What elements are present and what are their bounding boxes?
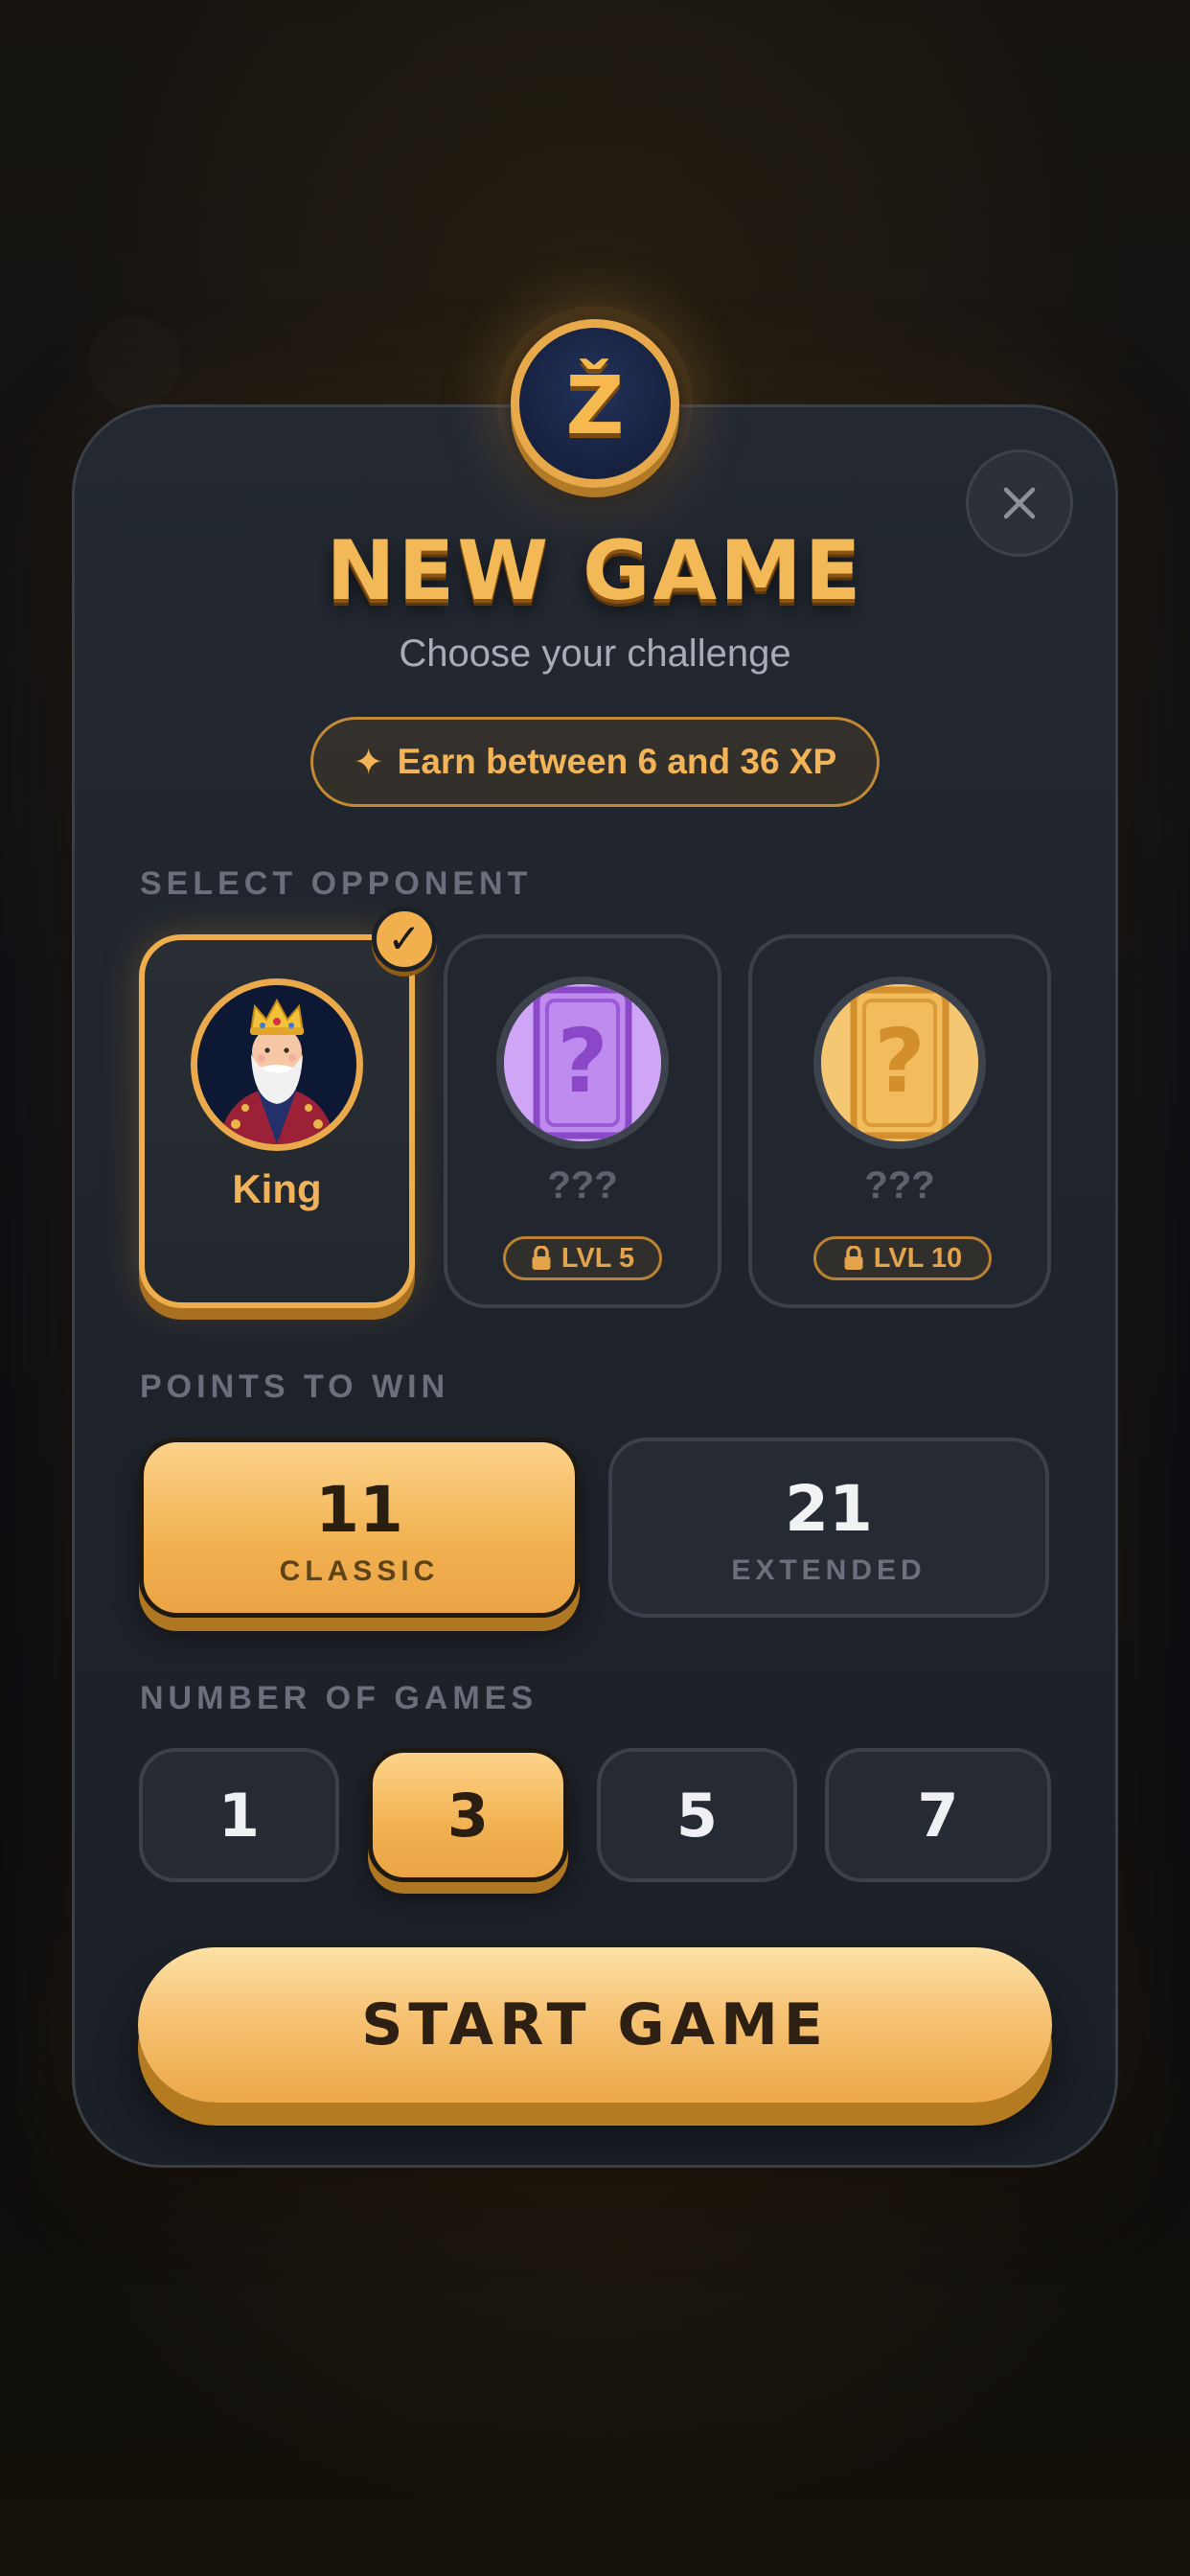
opponent-name: King [232,1166,322,1211]
games-option-1[interactable]: 1 [139,1748,339,1882]
check-icon: ✓ [372,907,437,972]
coin-badge-icon: Ž [511,319,679,488]
question-mark-icon: ? [504,984,661,1141]
mystery-card-gold: ? [813,977,986,1149]
level-lock-badge: LVL 10 [813,1236,992,1280]
king-avatar [191,978,363,1151]
modal-subtitle: Choose your challenge [399,632,791,675]
points-value: 11 [315,1473,403,1547]
modal-title: NEW GAME [326,523,864,619]
level-lock-badge: LVL 5 [503,1236,662,1280]
close-icon [1003,487,1036,519]
coin-badge-letter: Ž [565,358,625,452]
opponent-name: ??? [547,1164,618,1207]
section-label-opponent: SELECT OPPONENT [140,865,533,902]
opponent-card-king[interactable]: King [139,934,415,1308]
games-option-3[interactable]: 3 [368,1748,568,1882]
points-option-extended[interactable]: 21 EXTENDED [608,1438,1049,1618]
question-mark-icon: ? [821,984,978,1141]
section-label-points: POINTS TO WIN [140,1368,450,1405]
xp-reward-text: Earn between 6 and 36 XP [397,742,837,781]
xp-reward-badge: ✦ Earn between 6 and 36 XP [310,717,880,807]
svg-text:?: ? [874,1010,925,1113]
lock-icon [844,1246,863,1270]
level-lock-label: LVL 5 [561,1242,635,1274]
svg-text:?: ? [557,1010,607,1113]
king-avatar-illustration [197,985,356,1144]
lock-icon [532,1246,551,1270]
level-lock-label: LVL 10 [873,1242,963,1274]
points-caption: EXTENDED [731,1554,927,1586]
games-option-5[interactable]: 5 [597,1748,797,1882]
mystery-card-purple: ? [496,977,669,1149]
sparkle-icon: ✦ [353,741,384,783]
opponent-card-locked-1[interactable]: ? ??? LVL 5 [444,934,721,1308]
points-value: 21 [785,1472,873,1546]
start-game-button[interactable]: START GAME [138,1947,1052,2103]
background-decoration [88,316,180,408]
games-option-7[interactable]: 7 [825,1748,1051,1882]
section-label-games: NUMBER OF GAMES [140,1680,538,1716]
opponent-name: ??? [864,1164,935,1207]
points-caption: CLASSIC [279,1555,440,1587]
opponent-card-locked-2[interactable]: ? ??? LVL 10 [748,934,1051,1308]
points-option-classic[interactable]: 11 CLASSIC [139,1438,580,1618]
